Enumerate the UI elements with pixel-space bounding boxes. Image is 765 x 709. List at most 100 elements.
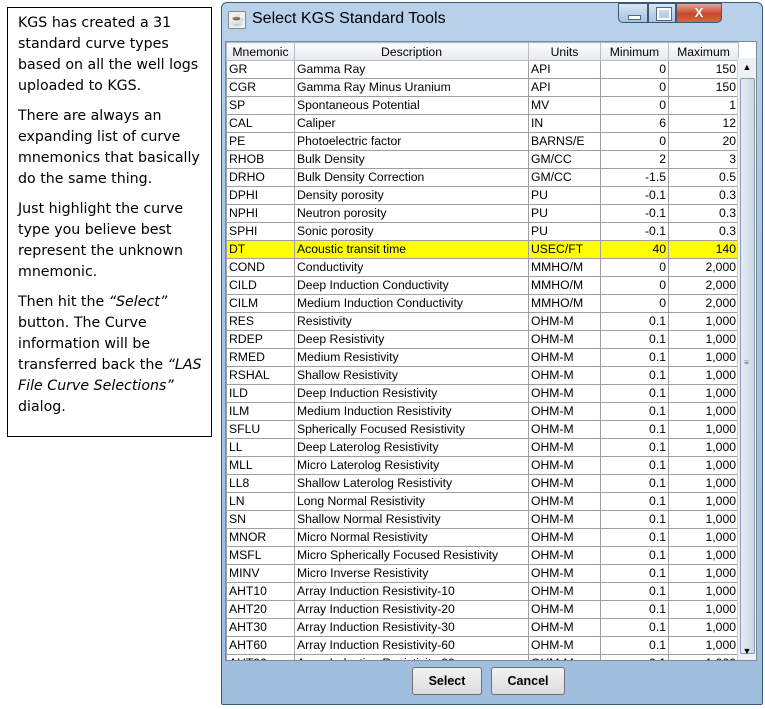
cell-units: OHM-M — [528, 420, 601, 439]
table-row[interactable]: CILD Deep Induction Conductivity MMHO/M 0 2,… — [226, 276, 739, 295]
cell-units: OHM-M — [528, 330, 601, 349]
table-row[interactable]: RDEP Deep Resistivity OHM-M 0.1 1,000 — [226, 330, 739, 349]
instruction-callout: KGS has created a 31 standard curve type… — [7, 7, 212, 437]
cell-description: Micro Laterolog Resistivity — [294, 456, 529, 475]
table-row[interactable]: MNOR Micro Normal Resistivity OHM-M 0.1 1,00… — [226, 528, 739, 547]
table-row[interactable]: LL8 Shallow Laterolog Resistivity OHM-M 0.1… — [226, 474, 739, 493]
cell-minimum: 0 — [600, 258, 669, 277]
cancel-button[interactable]: Cancel — [491, 667, 565, 695]
table-row[interactable]: DT Acoustic transit time USEC/FT 40 140 — [226, 240, 739, 259]
cell-units: OHM-M — [528, 600, 601, 619]
cell-mnemonic: NPHI — [226, 204, 295, 223]
table-row[interactable]: MLL Micro Laterolog Resistivity OHM-M 0.1 1,… — [226, 456, 739, 475]
table-row[interactable]: SN Shallow Normal Resistivity OHM-M 0.1 1,00… — [226, 510, 739, 529]
cell-mnemonic: GR — [226, 60, 295, 79]
cell-mnemonic: AHT10 — [226, 582, 295, 601]
minimize-button[interactable] — [618, 3, 648, 23]
table-row[interactable]: RES Resistivity OHM-M 0.1 1,000 — [226, 312, 739, 331]
vertical-scrollbar[interactable]: ▲ ≡ ▼ — [737, 58, 756, 660]
cell-minimum: 0.1 — [600, 366, 669, 385]
table-row[interactable]: ILM Medium Induction Resistivity OHM-M 0.1 1… — [226, 402, 739, 421]
scroll-down-arrow-icon[interactable]: ▼ — [739, 643, 755, 659]
table-row[interactable]: CGR Gamma Ray Minus Uranium API 0 150 — [226, 78, 739, 97]
cell-description: Photoelectric factor — [294, 132, 529, 151]
cell-minimum: 6 — [600, 114, 669, 133]
table-row[interactable]: AHT90Array Induction Resistivity-90OHM-M… — [226, 654, 739, 660]
table-row[interactable]: NPHI Neutron porosity PU -0.1 0.3 — [226, 204, 739, 223]
cell-mnemonic: LL8 — [226, 474, 295, 493]
cell-maximum: 1,000 — [668, 438, 739, 457]
table-row[interactable]: AHT10 Array Induction Resistivity-10 OHM-M… — [226, 582, 739, 601]
table-row[interactable]: CILM Medium Induction Conductivity MMHO/M 0… — [226, 294, 739, 313]
cell-maximum: 140 — [668, 240, 739, 259]
table-row[interactable]: COND Conductivity MMHO/M 0 2,000 — [226, 258, 739, 277]
cell-mnemonic: SPHI — [226, 222, 295, 241]
table-row[interactable]: CAL Caliper IN 6 12 — [226, 114, 739, 133]
table-row[interactable]: GR Gamma Ray API 0 150 — [226, 60, 739, 79]
select-button[interactable]: Select — [412, 667, 482, 695]
table-row[interactable]: RHOB Bulk Density GM/CC 2 3 — [226, 150, 739, 169]
header-mnemonic[interactable]: Mnemonic — [226, 42, 295, 61]
cell-mnemonic: RMED — [226, 348, 295, 367]
table-row[interactable]: MINV Micro Inverse Resistivity OHM-M 0.1 1,0… — [226, 564, 739, 583]
cell-description: Gamma Ray — [294, 60, 529, 79]
cell-maximum: 1,000 — [668, 312, 739, 331]
table-row[interactable]: DPHI Density porosity PU -0.1 0.3 — [226, 186, 739, 205]
cell-maximum: 3 — [668, 150, 739, 169]
table-row[interactable]: LL Deep Laterolog Resistivity OHM-M 0.1 1,00… — [226, 438, 739, 457]
cell-description: Array Induction Resistivity-20 — [294, 600, 529, 619]
cell-mnemonic: LL — [226, 438, 295, 457]
cell-maximum: 1,000 — [668, 366, 739, 385]
maximize-button[interactable] — [648, 3, 676, 23]
table-row[interactable]: ILD Deep Induction Resistivity OHM-M 0.1 1,0… — [226, 384, 739, 403]
cell-description: Array Induction Resistivity-90 — [294, 654, 529, 660]
callout-text: button. The Curve information will be tr… — [18, 315, 168, 373]
table-row[interactable]: RSHAL Shallow Resistivity OHM-M 0.1 1,000 — [226, 366, 739, 385]
cell-units: PU — [528, 186, 601, 205]
header-description[interactable]: Description — [294, 42, 529, 61]
cell-mnemonic: RHOB — [226, 150, 295, 169]
maximize-icon — [656, 7, 672, 21]
cell-description: Neutron porosity — [294, 204, 529, 223]
cell-maximum: 1,000 — [668, 564, 739, 583]
close-button[interactable]: X — [676, 3, 722, 23]
cell-units: API — [528, 60, 601, 79]
cell-mnemonic: DRHO — [226, 168, 295, 187]
cell-minimum: 0 — [600, 78, 669, 97]
header-units[interactable]: Units — [528, 42, 601, 61]
header-minimum[interactable]: Minimum — [600, 42, 669, 61]
header-maximum[interactable]: Maximum — [668, 42, 739, 61]
table-row[interactable]: SFLU Spherically Focused Resistivity OHM-M… — [226, 420, 739, 439]
cell-mnemonic: AHT90 — [226, 654, 295, 660]
title-bar[interactable]: ☕ Select KGS Standard Tools X — [222, 3, 762, 37]
table-body: GR Gamma Ray API 0 150 CGR Gamma Ray Minus Ura… — [226, 60, 739, 660]
cell-maximum: 1,000 — [668, 402, 739, 421]
cell-maximum: 1,000 — [668, 636, 739, 655]
scroll-up-arrow-icon[interactable]: ▲ — [739, 59, 755, 75]
cell-maximum: 1,000 — [668, 474, 739, 493]
cell-units: IN — [528, 114, 601, 133]
table-row[interactable]: LN Long Normal Resistivity OHM-M 0.1 1,000 — [226, 492, 739, 511]
cell-description: Medium Resistivity — [294, 348, 529, 367]
table-row[interactable]: SPHI Sonic porosity PU -0.1 0.3 — [226, 222, 739, 241]
scrollbar-thumb[interactable]: ≡ — [740, 78, 755, 654]
table-row[interactable]: DRHO Bulk Density Correction GM/CC -1.5 0.5 — [226, 168, 739, 187]
cell-maximum: 1,000 — [668, 582, 739, 601]
cell-mnemonic: AHT60 — [226, 636, 295, 655]
cell-minimum: 0.1 — [600, 636, 669, 655]
cell-maximum: 1,000 — [668, 420, 739, 439]
table-row[interactable]: SP Spontaneous Potential MV 0 1 — [226, 96, 739, 115]
curve-table-panel[interactable]: Mnemonic Description Units Minimum Maxim… — [225, 41, 757, 661]
cell-maximum: 1,000 — [668, 330, 739, 349]
cell-minimum: 0.1 — [600, 330, 669, 349]
table-header-row: Mnemonic Description Units Minimum Maxim… — [226, 42, 739, 61]
cell-maximum: 1,000 — [668, 492, 739, 511]
java-app-icon[interactable]: ☕ — [228, 11, 246, 29]
table-row[interactable]: MSFL Micro Spherically Focused Resistivit… — [226, 546, 739, 565]
table-row[interactable]: AHT20 Array Induction Resistivity-20 OHM-M… — [226, 600, 739, 619]
table-row[interactable]: PE Photoelectric factor BARNS/E 0 20 — [226, 132, 739, 151]
table-row[interactable]: AHT30 Array Induction Resistivity-30 OHM-M… — [226, 618, 739, 637]
table-row[interactable]: AHT60 Array Induction Resistivity-60 OHM-M… — [226, 636, 739, 655]
cell-units: PU — [528, 222, 601, 241]
table-row[interactable]: RMED Medium Resistivity OHM-M 0.1 1,000 — [226, 348, 739, 367]
